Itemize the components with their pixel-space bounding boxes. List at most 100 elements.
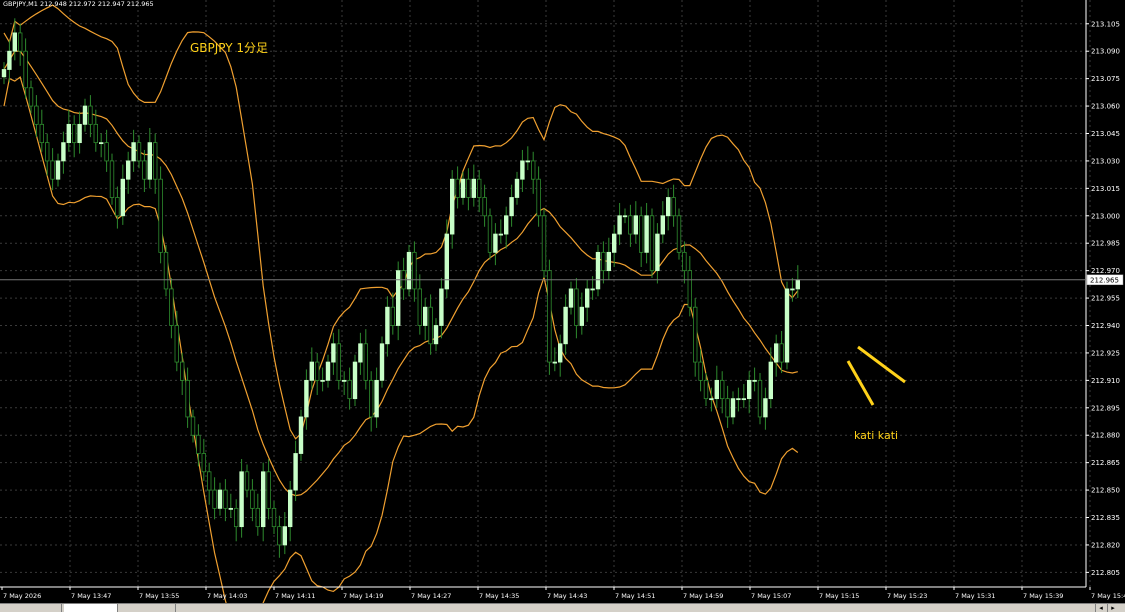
annotation-title: GBPJPY 1分足 [190, 41, 268, 55]
tab-chart-3[interactable] [120, 604, 176, 612]
candle-body [190, 416, 196, 436]
candle[interactable] [784, 281, 790, 370]
candle[interactable] [649, 208, 655, 278]
current-price-label: 212.965 [1086, 274, 1124, 286]
candle[interactable] [163, 245, 169, 297]
candle-body [622, 215, 628, 218]
candle-body [666, 197, 671, 217]
candle-body [395, 270, 401, 326]
candle-body [158, 178, 163, 253]
candle-body [676, 215, 682, 253]
candle-body [260, 471, 266, 528]
candle[interactable] [298, 409, 304, 461]
candle-body [763, 398, 768, 418]
price-tick-label: 212.955 [1091, 295, 1120, 303]
tab-scroll-right-icon[interactable]: ▸ [1107, 604, 1118, 612]
candle-body [77, 123, 82, 144]
candle-body [547, 270, 552, 363]
candle-body [266, 471, 271, 509]
candle[interactable] [757, 373, 763, 425]
candle-body [320, 379, 325, 382]
candle-body [633, 215, 638, 235]
candle-body [217, 489, 223, 509]
candle-body [126, 160, 131, 180]
candle-body [585, 288, 590, 308]
time-tick-label: 7 May 14:27 [411, 592, 451, 600]
candle-body [82, 105, 88, 125]
price-tick-label: 213.030 [1091, 157, 1120, 165]
candle-body [250, 489, 255, 509]
price-tick-label: 212.925 [1091, 349, 1120, 357]
candle-body [282, 526, 287, 546]
candle-body [169, 288, 174, 326]
price-tick-label: 213.090 [1091, 48, 1120, 56]
candle[interactable] [109, 153, 115, 205]
candle-body [509, 197, 514, 217]
candle-body [617, 215, 622, 235]
candle[interactable] [676, 208, 682, 260]
time-tick-label: 7 May 14:35 [479, 592, 519, 600]
candle-body [795, 279, 800, 290]
time-tick-label: 7 May 14:51 [615, 592, 655, 600]
time-tick-label: 7 May 14:19 [343, 592, 383, 600]
candle-body [163, 251, 169, 290]
price-tick-label: 213.060 [1091, 103, 1120, 111]
price-chart[interactable]: 213.105 213.090 213.075 213.060 213.045 213.0… [0, 0, 1125, 603]
price-tick-label: 212.895 [1091, 404, 1120, 412]
price-tick-label: 212.820 [1091, 541, 1120, 549]
price-tick-label: 213.000 [1091, 212, 1120, 220]
tab-gbpjpy[interactable] [64, 604, 118, 612]
candle-body [271, 507, 277, 528]
candle-body [417, 288, 422, 326]
candle-body [574, 288, 579, 326]
candle-body [179, 361, 185, 381]
candle-body [293, 453, 298, 491]
candle-body [536, 178, 541, 217]
candle-body [698, 361, 703, 381]
candle-body [147, 142, 152, 180]
candle[interactable] [379, 336, 385, 388]
time-tick-label: 7 May 2026 [3, 592, 41, 600]
candle[interactable] [595, 245, 601, 297]
candle-body [422, 306, 428, 326]
candle-body [239, 471, 244, 528]
candle-body [687, 270, 692, 308]
candle-body [428, 306, 433, 345]
candle-body [314, 361, 320, 381]
candle-body [390, 306, 395, 326]
candle-body [757, 379, 763, 418]
candle-body [347, 379, 352, 400]
time-tick-label: 7 May 13:55 [139, 592, 179, 600]
candle-body [579, 306, 584, 326]
candle-body [277, 526, 282, 546]
candle-body [50, 160, 55, 180]
tab-chart-1[interactable] [0, 604, 62, 612]
candle[interactable] [541, 208, 547, 278]
candle-body [433, 325, 439, 345]
candle[interactable] [406, 245, 412, 297]
candle-body [34, 105, 39, 125]
candle-body [66, 123, 71, 144]
candle-body [628, 215, 633, 235]
candle-body [287, 489, 293, 528]
candle-body [639, 215, 644, 253]
candle-body [72, 123, 77, 144]
price-tick-label: 212.985 [1091, 240, 1120, 248]
candle[interactable] [158, 166, 163, 264]
candle-body [120, 178, 125, 217]
candle-body [331, 343, 336, 363]
candle-body [720, 379, 725, 400]
candle[interactable] [547, 259, 552, 375]
candle-body [790, 288, 795, 291]
candle-body [304, 379, 309, 418]
candle-body [363, 343, 368, 381]
candle[interactable] [487, 208, 493, 260]
candle-body [590, 288, 595, 291]
symbol-info: GBPJPY,M1 212.948 212.972 212.947 212.96… [3, 0, 154, 8]
candle-body [379, 343, 385, 381]
candle-body [99, 142, 104, 145]
candle[interactable] [352, 354, 358, 406]
tab-scroll-left-icon[interactable]: ◂ [1095, 604, 1106, 612]
candle-body [552, 361, 557, 364]
candle-body [336, 343, 341, 381]
